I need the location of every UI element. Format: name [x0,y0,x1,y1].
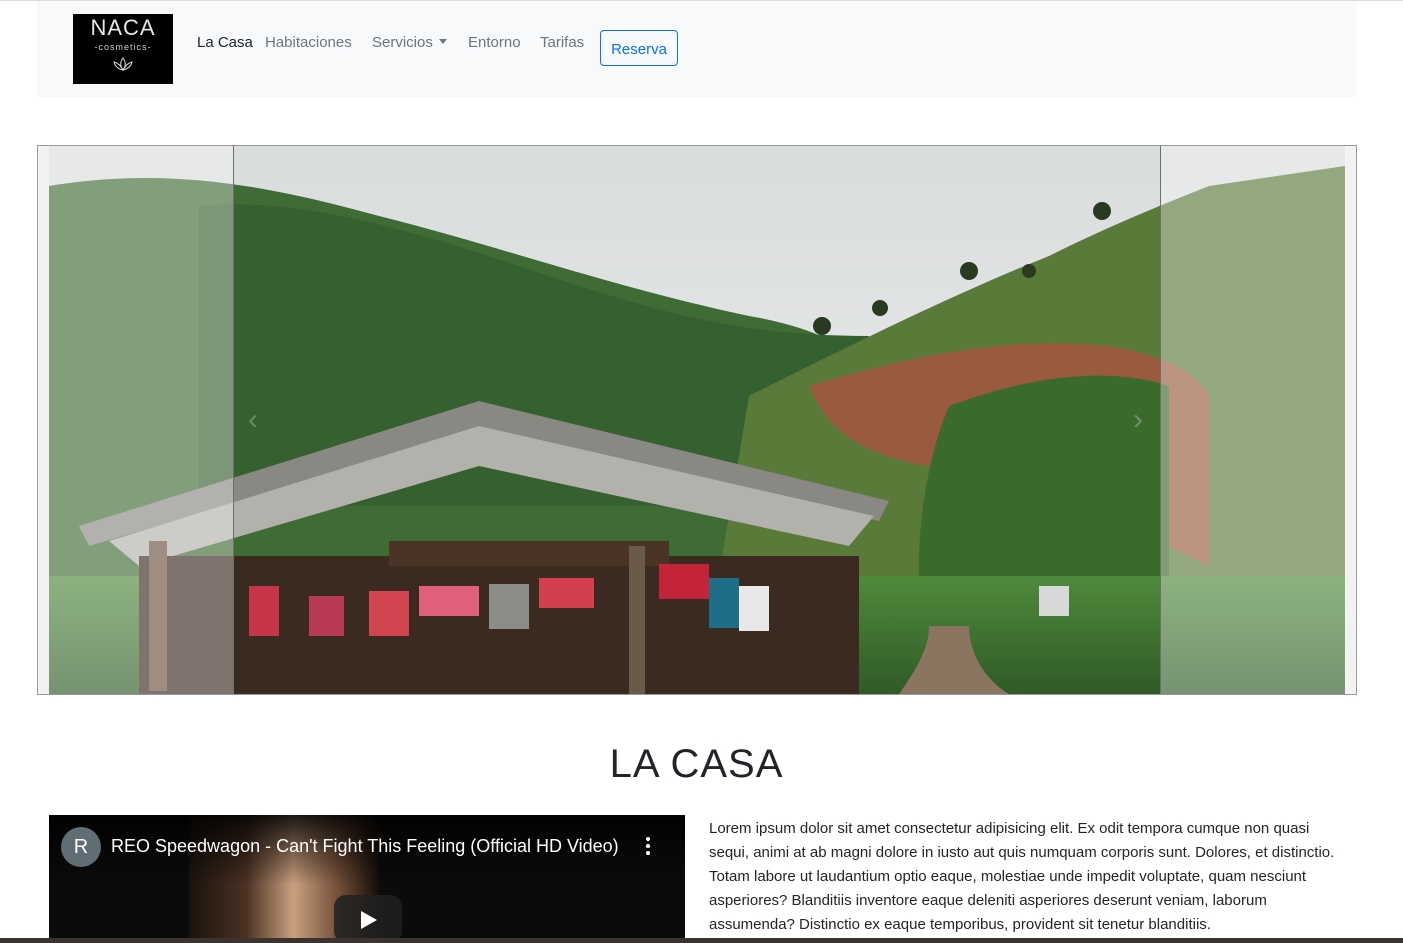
play-button[interactable] [334,895,402,943]
image-carousel: ‹ › [37,145,1357,695]
previous-slide-preview[interactable] [49,146,234,694]
nav-la-casa[interactable]: La Casa [197,34,253,51]
more-options-icon[interactable] [643,837,653,859]
channel-avatar[interactable]: R [61,827,101,867]
reserva-button[interactable]: Reserva [600,30,678,66]
logo-subtext: -cosmetics- [94,42,152,52]
youtube-video-embed[interactable]: R REO Speedwagon - Can't Fight This Feel… [49,815,685,943]
nav-habitaciones[interactable]: Habitaciones [265,34,352,51]
nav-tarifas[interactable]: Tarifas [540,34,584,51]
navbar: NACA -cosmetics- La Casa Habitaciones Se… [37,1,1357,97]
carousel-prev-icon[interactable]: ‹ [233,400,273,440]
logo-text: NACA [90,15,156,40]
section-title: LA CASA [609,742,784,786]
lotus-icon [113,57,133,71]
caret-down-icon [438,39,447,44]
next-slide-preview[interactable] [1160,146,1346,694]
carousel-indicators [674,689,722,693]
nav-entorno[interactable]: Entorno [468,34,521,51]
brand-logo[interactable]: NACA -cosmetics- [73,14,173,84]
video-title[interactable]: REO Speedwagon - Can't Fight This Feelin… [111,836,619,857]
play-icon [361,911,377,929]
next-section-edge [0,938,1403,943]
carousel-next-icon[interactable]: › [1118,400,1158,440]
section-paragraph: Lorem ipsum dolor sit amet consectetur a… [709,820,1335,933]
nav-servicios[interactable]: Servicios [372,34,447,51]
nav-servicios-label: Servicios [372,34,433,51]
